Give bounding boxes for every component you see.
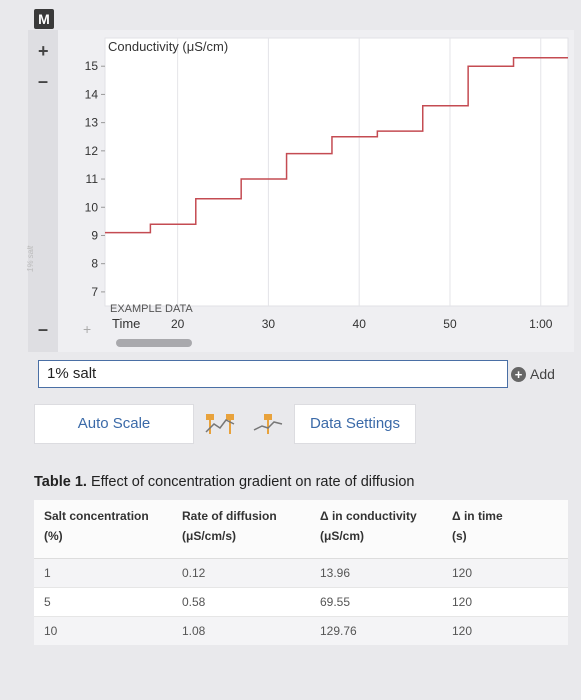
salt-run-field[interactable]: 1% salt — [38, 360, 508, 388]
app-logo[interactable]: M — [34, 9, 54, 29]
y-tick-label: 8 — [91, 257, 98, 271]
table-cell: 120 — [442, 558, 568, 588]
table-cell: 13.96 — [310, 558, 442, 588]
zoom-out-button[interactable]: – — [38, 72, 48, 90]
header-delta-conductivity: Δ in conductivity (μS/cm) — [310, 500, 442, 559]
y-tick-label: 15 — [85, 59, 99, 73]
diffusion-table: Salt concentration (%) Rate of diffusion(… — [34, 500, 568, 645]
table-cell: 0.12 — [172, 558, 310, 588]
select-range-icon[interactable] — [204, 410, 236, 438]
header-delta-time: Δ in time (s) — [442, 500, 568, 559]
y-tick-label: 14 — [85, 87, 99, 101]
annotate-point-icon[interactable] — [252, 410, 284, 438]
plus-circle-icon: + — [511, 366, 526, 382]
add-button-label: Add — [530, 366, 555, 382]
add-button[interactable]: + Add — [511, 366, 555, 382]
y-tick-label: 11 — [86, 172, 99, 186]
scroll-handle[interactable] — [116, 339, 192, 347]
table-title: Table 1. Effect of concentration gradien… — [34, 474, 414, 490]
y-tick-label: 10 — [85, 200, 99, 214]
x-tick-label: 20 — [171, 317, 185, 331]
add-point-icon[interactable]: + — [83, 321, 91, 337]
table-cell: 129.76 — [310, 616, 442, 645]
table-cell: 120 — [442, 616, 568, 645]
remove-run-button[interactable]: – — [38, 320, 48, 338]
table-cell: 0.58 — [172, 587, 310, 617]
y-tick-label: 7 — [91, 285, 98, 299]
table-row: 1 0.12 13.96 120 — [34, 558, 568, 588]
chart-title: Conductivity (μS/cm) — [108, 39, 228, 54]
table-row: 5 0.58 69.55 120 — [34, 587, 568, 617]
y-tick-label: 12 — [85, 144, 99, 158]
x-tick-label: 1:00 — [529, 317, 553, 331]
zoom-in-button[interactable]: + — [38, 42, 49, 60]
sidebar-vertical-label: 1% salt — [26, 245, 35, 272]
table-cell: 5 — [34, 587, 172, 617]
table-cell: 69.55 — [310, 587, 442, 617]
example-data-watermark: EXAMPLE DATA — [110, 303, 193, 315]
x-tick-label: 30 — [262, 317, 276, 331]
header-salt-concentration: Salt concentration (%) — [34, 500, 172, 559]
table-cell: 1 — [34, 558, 172, 588]
table-row: 10 1.08 129.76 120 — [34, 616, 568, 645]
chart-panel: 20 30 40 50 1:00 7 8 9 10 11 12 13 14 15 EXAMPLE DATA… — [58, 30, 574, 352]
x-tick-label: 50 — [443, 317, 457, 331]
table-title-text: Effect of concentration gradient on rate… — [86, 474, 415, 490]
table-title-number: Table 1. — [34, 474, 87, 490]
table-header-row: Salt concentration (%) Rate of diffusion(… — [34, 500, 568, 559]
plot-area — [104, 37, 569, 307]
auto-scale-button[interactable]: Auto Scale — [34, 404, 194, 444]
table-cell: 120 — [442, 587, 568, 617]
conductivity-chart: 20 30 40 50 1:00 7 8 9 10 11 12 13 14 15 EXAMPLE DATA… — [83, 37, 569, 347]
header-rate-of-diffusion: Rate of diffusion (μS/cm/s) — [172, 500, 310, 559]
data-settings-button[interactable]: Data Settings — [294, 404, 416, 444]
y-tick-label: 13 — [85, 116, 99, 130]
x-tick-label: 40 — [353, 317, 367, 331]
x-axis-label: Time — [112, 316, 140, 331]
table-cell: 1.08 — [172, 616, 310, 645]
table-cell: 10 — [34, 616, 172, 645]
y-tick-label: 9 — [91, 228, 98, 242]
